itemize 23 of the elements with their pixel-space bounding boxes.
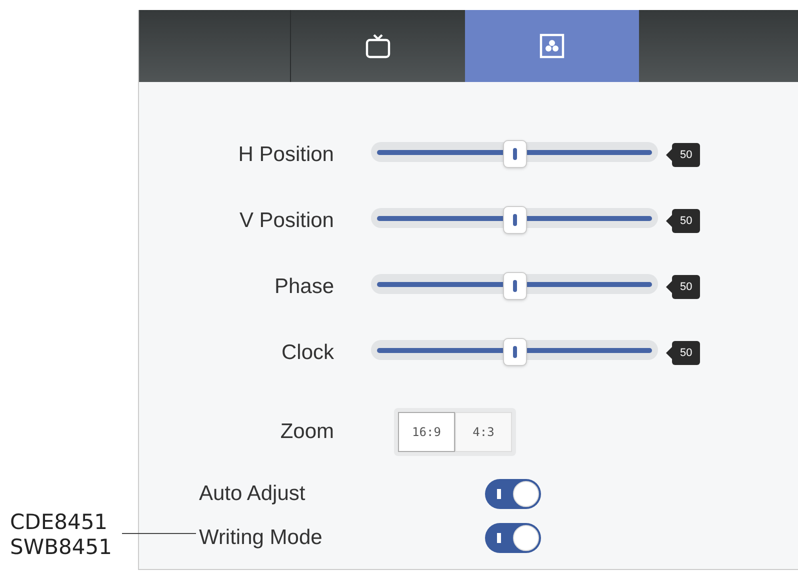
slider-label: Phase: [273, 274, 334, 300]
slider[interactable]: [371, 206, 658, 236]
slider[interactable]: [371, 338, 658, 368]
slider-thumb[interactable]: [502, 338, 526, 366]
zoom-option[interactable]: 16:9: [398, 412, 455, 452]
slider-label: H Position: [237, 142, 334, 168]
toggle-switch[interactable]: [485, 523, 541, 553]
zoom-label: Zoom: [279, 419, 334, 446]
dots-icon: [539, 33, 565, 59]
slider-thumb[interactable]: [502, 272, 526, 300]
slider[interactable]: [371, 140, 658, 170]
slider[interactable]: [371, 272, 658, 302]
slider-label: Clock: [280, 340, 334, 366]
slider-thumb[interactable]: [502, 140, 526, 168]
toggle-switch[interactable]: [485, 479, 541, 509]
menu-tab[interactable]: [465, 10, 639, 82]
toggle-label: Writing Mode: [199, 525, 324, 552]
slider-thumb[interactable]: [502, 206, 526, 234]
toggle-label: Auto Adjust: [199, 481, 306, 508]
slider-label: V Position: [238, 208, 334, 234]
model-numbers: CDE8451 SWB8451: [10, 510, 112, 560]
tv-icon: [365, 33, 391, 59]
zoom-option[interactable]: 4:3: [455, 412, 512, 452]
